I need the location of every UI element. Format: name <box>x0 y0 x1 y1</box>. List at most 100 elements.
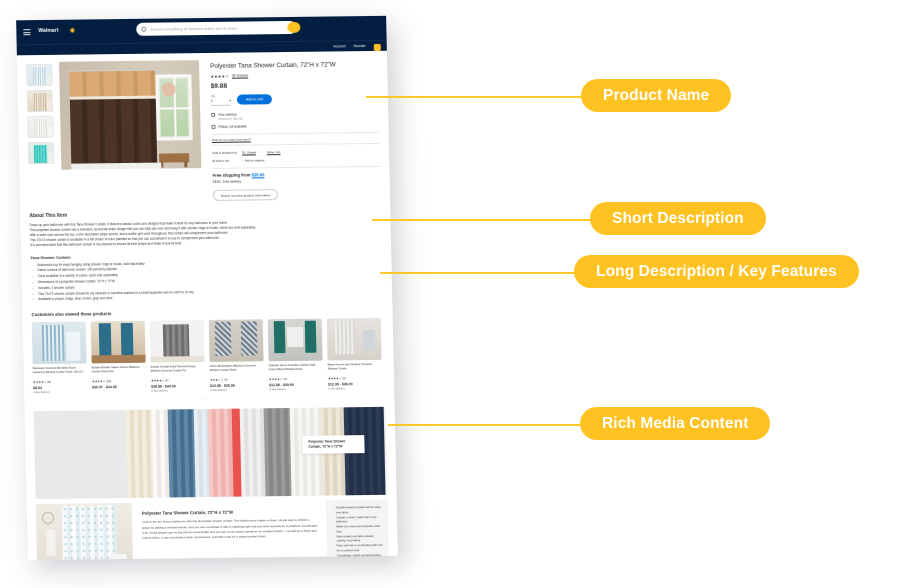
rich-media-bullet: Made from easy-care polyester, lasts lon… <box>336 525 383 535</box>
seller-info-link[interactable]: Seller info <box>267 150 281 154</box>
carousel-price: $38.88 - $49.99 <box>151 384 176 389</box>
carousel-price: $12.98 - $36.00 <box>328 382 353 387</box>
carousel-title: Eclipse Rosalie Sateen Woven Blackout Cu… <box>91 366 140 374</box>
carousel-rating: ★★★★☆ 202 <box>91 379 112 384</box>
carousel-heading: Customers also viewed these products <box>31 311 112 318</box>
thumbnail-teal-curtain[interactable] <box>27 141 55 165</box>
product-info-panel: Polyester Tana Shower Curtain, 72"H x 72… <box>206 58 381 202</box>
carousel-product-image[interactable] <box>90 321 146 364</box>
review-count[interactable]: 36 reviews <box>232 73 248 77</box>
quantity-stepper[interactable]: Qty 1 ▾ <box>210 93 232 106</box>
reorder-link[interactable]: Reorder <box>353 44 365 51</box>
carousel-card[interactable]: Mainstays Textured Microfiber Room Darke… <box>31 321 88 394</box>
carousel-rating: ★★★★☆ 28 <box>32 380 51 385</box>
cart-icon[interactable] <box>373 43 381 51</box>
callout-product-name: Product Name <box>581 79 732 112</box>
product-page-screenshot: Walmart ✷ Search everything at Walmart o… <box>16 15 398 561</box>
account-link[interactable]: Account <box>333 44 345 51</box>
carousel-product-image[interactable] <box>31 321 87 365</box>
product-carousel[interactable]: Mainstays Textured Microfiber Room Darke… <box>31 318 386 394</box>
carousel-card[interactable]: Achim Buckingham Blackout Grommet Window… <box>208 319 265 392</box>
search-submit-icon[interactable] <box>287 21 301 34</box>
carousel-title: Mainstays Textured Microfiber Room Darke… <box>32 366 84 375</box>
purchase-controls: Qty 1 ▾ Add to cart <box>210 91 379 106</box>
thumbnail-white-curtain[interactable] <box>27 115 54 139</box>
separator: | <box>260 150 262 155</box>
rich-media-bullet: Pairs well with a coordinating bath mat … <box>337 544 384 554</box>
store-icon <box>211 124 216 129</box>
rating-stars: ★★★★☆ <box>210 74 229 79</box>
about-this-item-section: About This Item Dress up your bathroom w… <box>29 208 383 303</box>
callout-short-description: Short Description <box>590 202 766 235</box>
chevron-down-icon[interactable]: ▾ <box>229 99 231 103</box>
carousel-rating: ★★★☆☆ 47 <box>209 378 228 383</box>
delivery-sub: Arrives Fri, Dec 15 <box>218 116 243 121</box>
carousel-card[interactable]: Eclipse Kendall Solid Thermal Energy Eff… <box>149 320 206 393</box>
rich-media-text-block: Polyester Tana Shower Curtain, 72"H x 72… <box>132 501 328 560</box>
divider <box>211 142 380 146</box>
carousel-product-image[interactable] <box>267 318 323 362</box>
add-to-registry-button[interactable]: ♡ Add to registry <box>241 158 265 162</box>
sold-shipped-label: Sold & shipped by <box>212 150 238 155</box>
delivery-title: Pickup not available <box>218 124 247 129</box>
rich-media-hero-label: Polyester Tana Shower Curtain, 72"H x 72… <box>302 435 365 455</box>
leader-line-rich-media <box>388 424 584 426</box>
free-shipping-sub: DEAL: Free delivery <box>212 179 242 184</box>
shipping-options-link[interactable]: How do you want your item? <box>212 136 380 141</box>
carousel-title: Eclipse Kendall Solid Thermal Energy Eff… <box>150 365 196 374</box>
carousel-delivery: 2-day delivery <box>151 389 169 393</box>
delivery-option-row[interactable]: Pickup not available <box>211 120 379 131</box>
free-shipping-threshold[interactable]: $35.00 <box>252 172 265 177</box>
quantity-value: 1 <box>210 98 213 103</box>
rich-media-section: Polyester Tana Shower Curtain, 72"H x 72… <box>33 407 390 561</box>
truck-icon <box>211 112 216 117</box>
delivery-options: Free delivery Arrives Fri, Dec 15 Pickup… <box>211 108 379 131</box>
about-heading: About This Item <box>29 212 68 219</box>
product-main-image[interactable] <box>59 60 202 170</box>
leader-line-product-name <box>366 96 586 98</box>
add-to-list-button[interactable]: ⊕ Add to list <box>212 159 229 163</box>
carousel-delivery <box>92 390 146 391</box>
carousel-price: $8.84 <box>33 386 42 391</box>
carousel-delivery: 2-day delivery <box>328 387 346 391</box>
carousel-price: $13.88 - $39.99 <box>269 383 294 388</box>
secondary-actions: ⊕ Add to list ♡ Add to registry <box>212 155 380 165</box>
carousel-card[interactable]: Safavieh Home & Garden Gables Solid Cott… <box>267 318 324 392</box>
add-to-cart-button[interactable]: Add to cart <box>236 93 273 105</box>
report-product-button[interactable]: Report incorrect product information <box>212 189 279 201</box>
product-page-body: Polyester Tana Shower Curtain, 72"H x 72… <box>16 50 398 561</box>
spark-icon: ✷ <box>68 25 77 36</box>
callout-rich-media: Rich Media Content <box>580 407 771 440</box>
carousel-product-image[interactable] <box>149 320 205 364</box>
leader-line-short-description <box>372 219 594 221</box>
rich-media-bullet: Durable blackout curtain with an easy-ca… <box>336 506 383 516</box>
product-rating[interactable]: ★★★★☆ 36 reviews <box>210 71 378 78</box>
product-hero-section: Polyester Tana Shower Curtain, 72"H x 72… <box>26 58 381 204</box>
walmart-logo[interactable]: Walmart <box>38 28 58 34</box>
rich-media-bottom-image <box>35 503 134 561</box>
seller-name[interactable]: GL Global <box>242 150 256 154</box>
search-input[interactable]: Search everything at Walmart online and … <box>150 25 236 31</box>
screenshot-canvas: Walmart ✷ Search everything at Walmart o… <box>0 0 903 588</box>
product-page: Walmart ✷ Search everything at Walmart o… <box>16 15 398 561</box>
carousel-price: $13.88 - $35.98 <box>210 383 235 389</box>
rich-media-hero-image: Polyester Tana Shower Curtain, 72"H x 72… <box>33 407 388 500</box>
carousel-title: Achim Buckingham Blackout Grommet Window… <box>209 364 256 373</box>
carousel-rating: ★★★★☆ 67 <box>150 378 169 383</box>
carousel-rating: ★★★★☆ 19 <box>268 377 287 382</box>
divider <box>212 165 381 169</box>
carousel-rating: ★★★★☆ 13 <box>327 376 346 381</box>
thumbnail-blue-curtain[interactable] <box>26 63 53 87</box>
carousel-product-image[interactable] <box>208 319 264 363</box>
rich-media-detail-block: Polyester Tana Shower Curtain, 72"H x 72… <box>35 500 390 561</box>
thumbnail-tan-curtain[interactable] <box>26 89 54 113</box>
product-title: Polyester Tana Shower Curtain, 72"H x 72… <box>210 61 336 70</box>
carousel-card[interactable]: Eclipse Rosalie Sateen Woven Blackout Cu… <box>90 321 147 394</box>
carousel-pagination[interactable]: • · <box>33 394 385 403</box>
carousel-card[interactable]: Better Homes and Gardens Textured Window… <box>326 318 383 391</box>
search-bar[interactable]: Search everything at Walmart online and … <box>136 20 301 36</box>
hamburger-menu-icon[interactable] <box>23 29 31 36</box>
carousel-product-image[interactable] <box>326 318 382 361</box>
callout-long-description: Long Description / Key Features <box>574 255 859 288</box>
magnifier-icon <box>141 26 147 32</box>
